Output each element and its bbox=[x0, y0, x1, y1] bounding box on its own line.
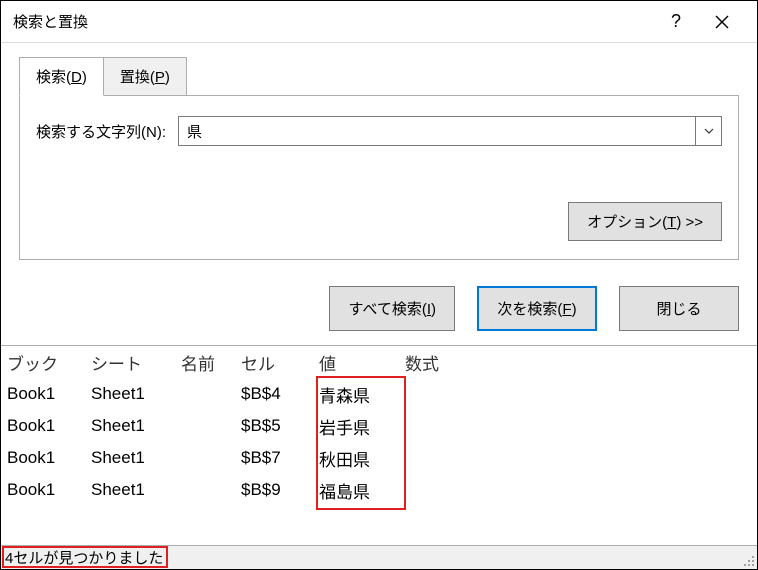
find-all-label: すべて検索( bbox=[348, 301, 426, 318]
cell-value: 秋田県 bbox=[319, 446, 405, 471]
cell-value: 福島県 bbox=[319, 478, 405, 503]
close-label: 閉じる bbox=[656, 301, 701, 318]
help-button[interactable]: ? bbox=[653, 1, 699, 43]
cell-value: 岩手県 bbox=[319, 414, 405, 439]
cell-sheet: Sheet1 bbox=[91, 384, 181, 404]
search-label-suffix: ): bbox=[157, 124, 166, 141]
search-input[interactable] bbox=[178, 116, 696, 146]
col-value[interactable]: 値 bbox=[319, 350, 405, 375]
dialog-title: 検索と置換 bbox=[13, 11, 653, 32]
find-next-label: 次を検索( bbox=[497, 301, 562, 318]
close-dialog-button[interactable]: 閉じる bbox=[619, 286, 739, 331]
options-row: オプション(T) >> bbox=[36, 202, 722, 241]
results-header: ブック シート 名前 セル 値 数式 bbox=[1, 346, 757, 378]
chevron-down-icon bbox=[704, 128, 714, 134]
cell-value: 青森県 bbox=[319, 382, 405, 407]
search-label-accel: N bbox=[146, 124, 157, 141]
options-button[interactable]: オプション(T) >> bbox=[568, 202, 722, 241]
tab-replace[interactable]: 置換(P) bbox=[104, 57, 187, 96]
cell-sheet: Sheet1 bbox=[91, 448, 181, 468]
cell-sheet: Sheet1 bbox=[91, 416, 181, 436]
tab-bar: 検索(D) 置換(P) bbox=[19, 57, 739, 96]
tab-find-suffix: ) bbox=[82, 69, 87, 86]
resize-grip-icon[interactable] bbox=[743, 555, 755, 567]
cell-book: Book1 bbox=[7, 480, 91, 500]
cell-sheet: Sheet1 bbox=[91, 480, 181, 500]
cell-cell: $B$9 bbox=[241, 480, 319, 500]
col-formula[interactable]: 数式 bbox=[405, 350, 485, 375]
col-sheet[interactable]: シート bbox=[91, 350, 181, 375]
tab-find[interactable]: 検索(D) bbox=[19, 57, 104, 96]
options-suffix: ) >> bbox=[676, 214, 703, 231]
col-cell[interactable]: セル bbox=[241, 350, 319, 375]
find-all-suffix: ) bbox=[431, 301, 436, 318]
cell-book: Book1 bbox=[7, 384, 91, 404]
tab-replace-suffix: ) bbox=[165, 69, 170, 86]
close-icon bbox=[715, 15, 729, 29]
tab-replace-accel: P bbox=[155, 69, 165, 86]
cell-cell: $B$7 bbox=[241, 448, 319, 468]
tab-replace-label: 置換( bbox=[120, 69, 155, 86]
tab-panel: 検索する文字列(N): オプション(T) >> bbox=[19, 95, 739, 260]
titlebar: 検索と置換 ? bbox=[1, 1, 757, 43]
search-row: 検索する文字列(N): bbox=[36, 116, 722, 146]
find-next-suffix: ) bbox=[572, 301, 577, 318]
table-row[interactable]: Book1Sheet1 $B$7秋田県 bbox=[1, 442, 757, 474]
cell-cell: $B$4 bbox=[241, 384, 319, 404]
dialog-content: 検索(D) 置換(P) 検索する文字列(N): オプション(T) >> bbox=[1, 43, 757, 270]
table-row[interactable]: Book1Sheet1 $B$5岩手県 bbox=[1, 410, 757, 442]
cell-book: Book1 bbox=[7, 416, 91, 436]
table-row[interactable]: Book1Sheet1 $B$4青森県 bbox=[1, 378, 757, 410]
search-field bbox=[178, 116, 722, 146]
col-book[interactable]: ブック bbox=[7, 350, 91, 375]
find-all-button[interactable]: すべて検索(I) bbox=[329, 286, 455, 331]
find-next-button[interactable]: 次を検索(F) bbox=[477, 286, 597, 331]
col-name[interactable]: 名前 bbox=[181, 350, 241, 375]
search-label: 検索する文字列(N): bbox=[36, 121, 166, 142]
tab-find-accel: D bbox=[71, 69, 82, 86]
cell-book: Book1 bbox=[7, 448, 91, 468]
action-row: すべて検索(I) 次を検索(F) 閉じる bbox=[1, 270, 757, 345]
status-bar: 4セルが見つかりました bbox=[1, 545, 757, 569]
results-grid: ブック シート 名前 セル 値 数式 Book1Sheet1$B$4青森県Boo… bbox=[1, 345, 757, 545]
status-text: 4セルが見つかりました bbox=[5, 547, 163, 568]
cell-cell: $B$5 bbox=[241, 416, 319, 436]
search-label-text: 検索する文字列( bbox=[36, 124, 146, 141]
close-button[interactable] bbox=[699, 1, 745, 43]
options-label: オプション( bbox=[587, 214, 667, 231]
search-dropdown-button[interactable] bbox=[696, 116, 722, 146]
options-accel: T bbox=[667, 214, 676, 231]
tab-find-label: 検索( bbox=[36, 69, 71, 86]
find-next-accel: F bbox=[562, 301, 571, 318]
table-row[interactable]: Book1Sheet1 $B$9福島県 bbox=[1, 474, 757, 506]
